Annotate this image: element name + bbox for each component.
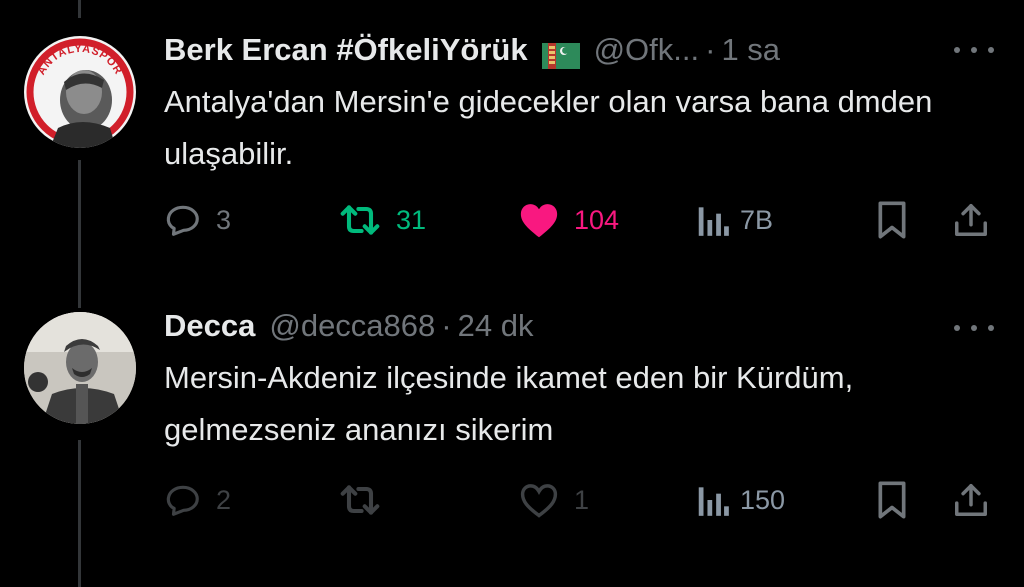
more-options-icon[interactable] [954,316,994,340]
like-count: 1 [574,484,590,515]
like-button[interactable]: 104 [518,198,619,242]
analytics-icon [698,487,729,516]
avatar[interactable]: ANTALYASPOR [24,36,136,148]
tweet-actions: 2 1 150 [0,478,1024,522]
tweet[interactable]: Decca @decca868 · 24 dk Mersin-Akdeniz i… [0,290,1024,587]
views-button[interactable]: 150 [696,478,785,522]
reply-count: 3 [216,204,232,235]
separator-dot: · [705,32,716,67]
retweet-button[interactable] [338,478,396,522]
share-icon [955,204,987,236]
tweet-text: Mersin-Akdeniz ilçesinde ikamet eden bir… [164,360,854,447]
more-options-icon[interactable] [954,38,994,62]
display-name[interactable]: Berk Ercan #ÖfkeliYörük [164,28,528,72]
avatar[interactable] [24,312,136,424]
user-handle[interactable]: @decca868 [269,304,435,348]
timestamp[interactable]: 24 dk [458,304,534,348]
heart-icon [520,204,558,238]
bookmark-button[interactable] [874,478,910,522]
like-button[interactable]: 1 [518,478,589,522]
tweet-header: Decca @decca868 · 24 dk [164,304,914,348]
bookmark-icon [878,201,906,239]
share-icon [955,484,987,516]
views-count: 150 [740,484,786,515]
timestamp[interactable]: 1 sa [721,28,780,72]
bookmark-icon [878,481,906,519]
reply-icon [166,485,199,516]
retweet-icon [340,485,380,515]
heart-outline-icon [520,484,558,518]
display-name[interactable]: Decca [164,304,255,348]
bookmark-button[interactable] [874,198,910,242]
turkmenistan-flag-icon [541,37,580,69]
retweet-icon [340,205,380,235]
reply-icon [166,205,199,236]
tweet-actions: 3 31 104 7B [0,198,1024,242]
reply-count: 2 [216,484,232,515]
user-handle[interactable]: @Ofk... [594,28,700,72]
share-button[interactable] [952,198,990,242]
retweet-button[interactable]: 31 [338,198,426,242]
views-count: 7B [740,204,774,235]
analytics-icon [698,207,729,236]
like-count: 104 [574,204,620,235]
views-button[interactable]: 7B [696,198,773,242]
share-button[interactable] [952,478,990,522]
tweet[interactable]: ANTALYASPOR Berk Ercan #ÖfkeliYörük @Ofk… [0,0,1024,290]
tweet-text: Antalya'dan Mersin'e gidecekler olan var… [164,84,933,171]
tweet-header: Berk Ercan #ÖfkeliYörük @Ofk... · 1 sa [164,28,914,72]
retweet-count: 31 [396,204,427,235]
reply-button[interactable]: 3 [164,198,231,242]
separator-dot: · [441,308,452,343]
reply-button[interactable]: 2 [164,478,231,522]
